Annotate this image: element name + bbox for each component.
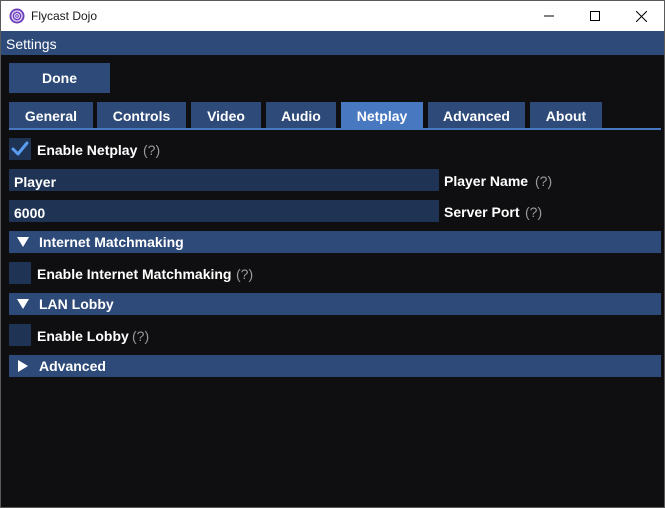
server-port-help[interactable]: (?) — [525, 204, 542, 220]
enable-lobby-checkbox[interactable] — [9, 324, 31, 346]
triangle-down-icon — [17, 237, 29, 247]
maximize-icon — [590, 11, 600, 21]
enable-internet-matchmaking-checkbox[interactable] — [9, 262, 31, 284]
lan-lobby-title: LAN Lobby — [39, 296, 114, 312]
window-title: Flycast Dojo — [31, 9, 98, 23]
triangle-right-icon — [18, 360, 28, 372]
enable-lobby-label: Enable Lobby — [37, 328, 129, 344]
enable-netplay-help[interactable]: (?) — [143, 142, 160, 158]
lan-lobby-header[interactable]: LAN Lobby — [9, 293, 661, 315]
internet-matchmaking-title: Internet Matchmaking — [39, 234, 184, 250]
checkmark-icon — [11, 141, 29, 156]
tab-video[interactable]: Video — [191, 102, 261, 129]
advanced-title: Advanced — [39, 358, 106, 374]
title-bar[interactable]: Flycast Dojo — [1, 1, 664, 31]
player-name-help[interactable]: (?) — [535, 173, 552, 189]
enable-internet-matchmaking-help[interactable]: (?) — [236, 266, 253, 282]
maximize-button[interactable] — [572, 1, 618, 31]
internet-matchmaking-header[interactable]: Internet Matchmaking — [9, 231, 661, 253]
settings-title: Settings — [6, 36, 57, 52]
flycast-logo-icon — [9, 8, 25, 24]
minimize-icon — [544, 15, 554, 17]
settings-header: Settings — [1, 31, 664, 55]
done-button[interactable]: Done — [9, 63, 110, 93]
server-port-label: Server Port — [444, 204, 520, 220]
close-button[interactable] — [618, 1, 664, 31]
enable-netplay-checkbox[interactable] — [9, 138, 31, 160]
player-name-input[interactable]: Player — [9, 169, 439, 191]
tab-advanced[interactable]: Advanced — [428, 102, 525, 129]
tab-controls[interactable]: Controls — [97, 102, 186, 129]
tab-netplay[interactable]: Netplay — [341, 102, 423, 129]
tab-about[interactable]: About — [530, 102, 602, 129]
triangle-down-icon — [17, 299, 29, 309]
minimize-button[interactable] — [526, 1, 572, 31]
tab-general[interactable]: General — [9, 102, 93, 129]
enable-netplay-label: Enable Netplay — [37, 142, 138, 158]
tab-underline — [9, 128, 661, 130]
server-port-input[interactable]: 6000 — [9, 200, 439, 222]
advanced-header[interactable]: Advanced — [9, 355, 661, 377]
app-window: Flycast Dojo Settings Done General Contr… — [0, 0, 665, 508]
enable-internet-matchmaking-label: Enable Internet Matchmaking — [37, 266, 232, 282]
enable-lobby-help[interactable]: (?) — [132, 328, 149, 344]
close-icon — [635, 10, 647, 22]
player-name-label: Player Name — [444, 173, 529, 189]
tab-audio[interactable]: Audio — [266, 102, 336, 129]
